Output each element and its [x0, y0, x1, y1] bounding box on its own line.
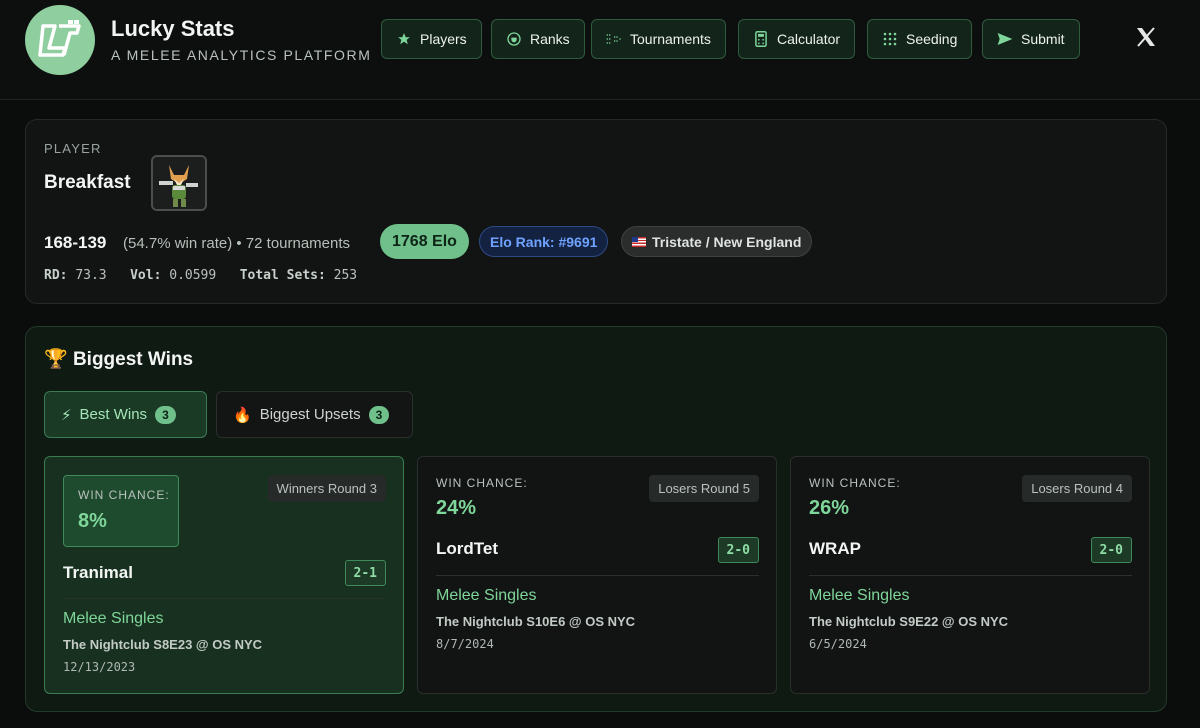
brand-title: Lucky Stats — [111, 16, 235, 41]
vol-value: 0.0599 — [169, 268, 217, 283]
player-section-label: PLAYER — [44, 141, 102, 156]
win-chance-label: WIN CHANCE: — [436, 476, 528, 490]
nav-seeding-button[interactable]: Seeding — [867, 19, 973, 59]
trophy-emoji-icon: 🏆 — [44, 349, 68, 370]
trophy-icon — [506, 31, 522, 47]
nav-tournaments-button[interactable]: Tournaments — [591, 19, 726, 59]
win-chance-value: 26% — [809, 497, 850, 519]
match-date: 6/5/2024 — [809, 637, 867, 651]
nav-seeding-label: Seeding — [906, 31, 958, 47]
divider — [436, 575, 759, 576]
divider — [63, 598, 386, 599]
nav-calculator-label: Calculator — [777, 31, 841, 47]
elo-badge: 1768 Elo — [380, 224, 469, 259]
fire-icon: 🔥 — [233, 406, 252, 424]
elo-rank-badge[interactable]: Elo Rank: #9691 — [479, 226, 609, 257]
set-score: 2-0 — [1090, 537, 1132, 563]
win-chance-label: WIN CHANCE: — [809, 476, 901, 490]
match-card[interactable]: WIN CHANCE: 26% Losers Round 4 WRAP 2-0 … — [790, 456, 1150, 694]
tournament-name[interactable]: The Nightclub S10E6 @ OS NYC — [436, 614, 635, 629]
biggest-wins-section: 🏆 Biggest Wins ⚡ Best Wins 3 🔥 Biggest U… — [25, 326, 1167, 712]
opponent-name[interactable]: Tranimal — [63, 563, 133, 583]
tournament-name[interactable]: The Nightclub S9E22 @ OS NYC — [809, 614, 1008, 629]
tab-biggest-upsets-count: 3 — [368, 405, 390, 424]
rd-value: 73.3 — [75, 268, 107, 283]
nav-ranks-label: Ranks — [530, 31, 570, 47]
win-chance-label: WIN CHANCE: — [78, 488, 170, 502]
brand-subtitle: A MELEE ANALYTICS PLATFORM — [111, 47, 372, 63]
rd-label: RD: — [44, 268, 68, 283]
win-chance-value: 8% — [78, 510, 107, 532]
tab-best-wins-count: 3 — [155, 405, 176, 424]
tournament-name[interactable]: The Nightclub S8E23 @ OS NYC — [63, 637, 262, 652]
total-sets-label: Total Sets: — [239, 268, 326, 283]
logo-mark-icon — [38, 20, 81, 57]
nav-tournaments-label: Tournaments — [630, 31, 711, 47]
fox-character-icon — [153, 157, 205, 209]
win-chance-value: 24% — [436, 497, 477, 519]
calculator-icon — [753, 31, 769, 47]
win-chance-box: WIN CHANCE: 8% — [63, 475, 179, 547]
round-tag: Winners Round 3 — [267, 475, 386, 502]
set-score: 2-1 — [344, 560, 386, 586]
region-label: Tristate / New England — [652, 233, 802, 250]
nav-submit-label: Submit — [1021, 31, 1065, 47]
opponent-name[interactable]: LordTet — [436, 539, 498, 559]
tab-best-wins-label: Best Wins — [79, 406, 148, 423]
x-social-icon[interactable] — [1132, 25, 1160, 53]
send-icon — [997, 31, 1013, 47]
us-flag-icon — [632, 236, 646, 247]
nav-submit-button[interactable]: Submit — [982, 19, 1080, 59]
event-name[interactable]: Melee Singles — [436, 587, 537, 605]
player-rating-stats: RD: 73.3 Vol: 0.0599 Total Sets: 253 — [44, 268, 357, 283]
tab-best-wins[interactable]: ⚡ Best Wins 3 — [44, 391, 207, 438]
set-score: 2-0 — [717, 537, 759, 563]
tab-biggest-upsets[interactable]: 🔥 Biggest Upsets 3 — [216, 391, 413, 438]
character-avatar — [151, 155, 207, 211]
tab-biggest-upsets-label: Biggest Upsets — [259, 406, 361, 423]
match-card[interactable]: WIN CHANCE: 8% Winners Round 3 Tranimal … — [44, 456, 404, 694]
nav-ranks-button[interactable]: Ranks — [491, 19, 585, 59]
biggest-wins-title: 🏆 Biggest Wins — [44, 347, 193, 371]
lucky-stats-logo[interactable] — [25, 5, 95, 75]
biggest-wins-title-text: Biggest Wins — [72, 349, 194, 370]
event-name[interactable]: Melee Singles — [63, 610, 164, 628]
nav-players-label: Players — [420, 31, 467, 47]
player-card: PLAYER Breakfast 168-139 (54.7% win rate… — [25, 119, 1167, 304]
match-date: 8/7/2024 — [436, 637, 494, 651]
match-card[interactable]: WIN CHANCE: 24% Losers Round 5 LordTet 2… — [417, 456, 777, 694]
bracket-icon — [606, 31, 622, 47]
player-name: Breakfast — [44, 172, 131, 193]
match-date: 12/13/2023 — [63, 660, 136, 674]
round-tag: Losers Round 5 — [649, 475, 759, 502]
vol-label: Vol: — [130, 268, 162, 283]
nav-calculator-button[interactable]: Calculator — [738, 19, 856, 59]
round-tag: Losers Round 4 — [1022, 475, 1132, 502]
total-sets-value: 253 — [333, 268, 358, 283]
star-icon — [396, 31, 412, 47]
divider — [809, 575, 1132, 576]
player-record: 168-139 — [44, 233, 107, 252]
player-winrate: (54.7% win rate) • 72 tournaments — [123, 235, 351, 252]
nav-players-button[interactable]: Players — [381, 19, 482, 59]
event-name[interactable]: Melee Singles — [809, 587, 910, 605]
opponent-name[interactable]: WRAP — [809, 539, 861, 559]
region-badge[interactable]: Tristate / New England — [621, 226, 813, 257]
grid-icon — [882, 31, 898, 47]
top-header: Lucky Stats A MELEE ANALYTICS PLATFORM P… — [0, 0, 1200, 100]
lightning-icon: ⚡ — [61, 406, 72, 424]
